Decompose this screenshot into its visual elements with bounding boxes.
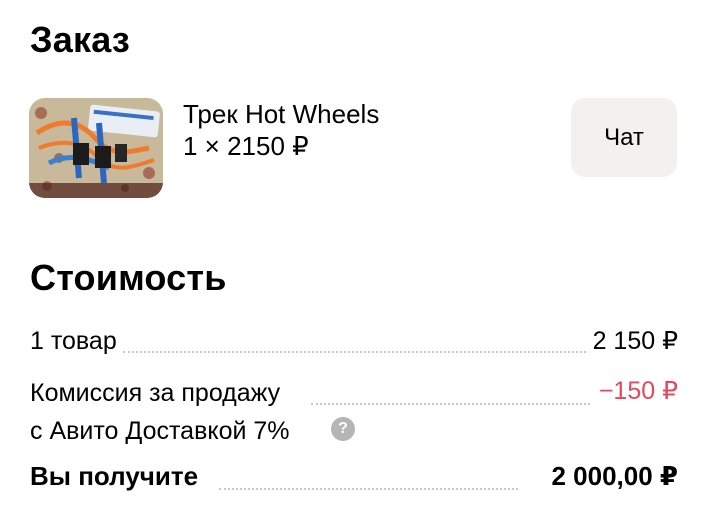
payout-value: 2 000,00 ₽ [551, 461, 678, 491]
payout-label: Вы получите [30, 461, 199, 491]
item-thumbnail[interactable] [29, 98, 163, 198]
item-name[interactable]: Трек Hot Wheels [183, 99, 379, 129]
chat-button[interactable]: Чат [571, 98, 677, 177]
dotted-leader [311, 403, 590, 405]
items-total-value: 2 150 ₽ [592, 327, 678, 355]
toy-track-photo-icon [29, 98, 163, 198]
item-quantity-price: 1 × 2150 ₽ [183, 131, 309, 161]
help-icon[interactable]: ? [331, 417, 355, 441]
cost-title: Стоимость [30, 257, 227, 298]
commission-label-line2: с Авито Доставкой 7% [30, 417, 290, 445]
items-count-label: 1 товар [30, 327, 117, 355]
order-title: Заказ [30, 19, 130, 60]
dotted-leader [123, 351, 586, 353]
commission-value: −150 ₽ [598, 377, 678, 405]
commission-label-line1: Комиссия за продажу [30, 379, 281, 407]
dotted-leader [219, 488, 518, 490]
